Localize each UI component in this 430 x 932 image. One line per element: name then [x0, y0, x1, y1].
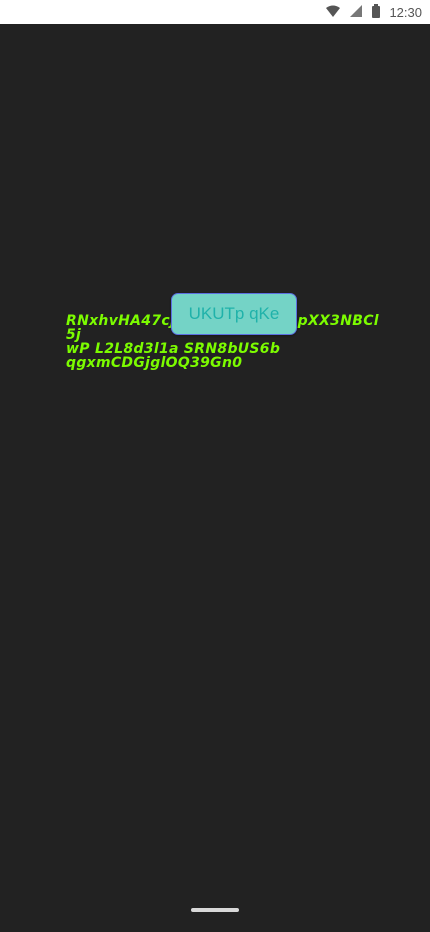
main-button[interactable]: UKUTp qKe — [171, 293, 297, 335]
battery-icon — [371, 3, 381, 22]
status-bar: 12:30 — [0, 0, 430, 24]
text-line-1-start: RNxhvHA47cj — [66, 313, 176, 329]
status-icons: 12:30 — [325, 0, 422, 24]
wifi-icon — [325, 3, 341, 22]
signal-icon — [349, 3, 363, 22]
text-line-4: qgxmCDGjglOQ39Gn0 — [66, 355, 243, 371]
status-time: 12:30 — [389, 4, 422, 20]
app-screen: RNxhvHA47cj ecOpXX3NBCl 5j wP L2L8d3l1a S… — [0, 24, 430, 932]
home-indicator[interactable] — [191, 908, 239, 912]
text-line-3: wP L2L8d3l1a SRN8bUS6b — [66, 341, 281, 357]
